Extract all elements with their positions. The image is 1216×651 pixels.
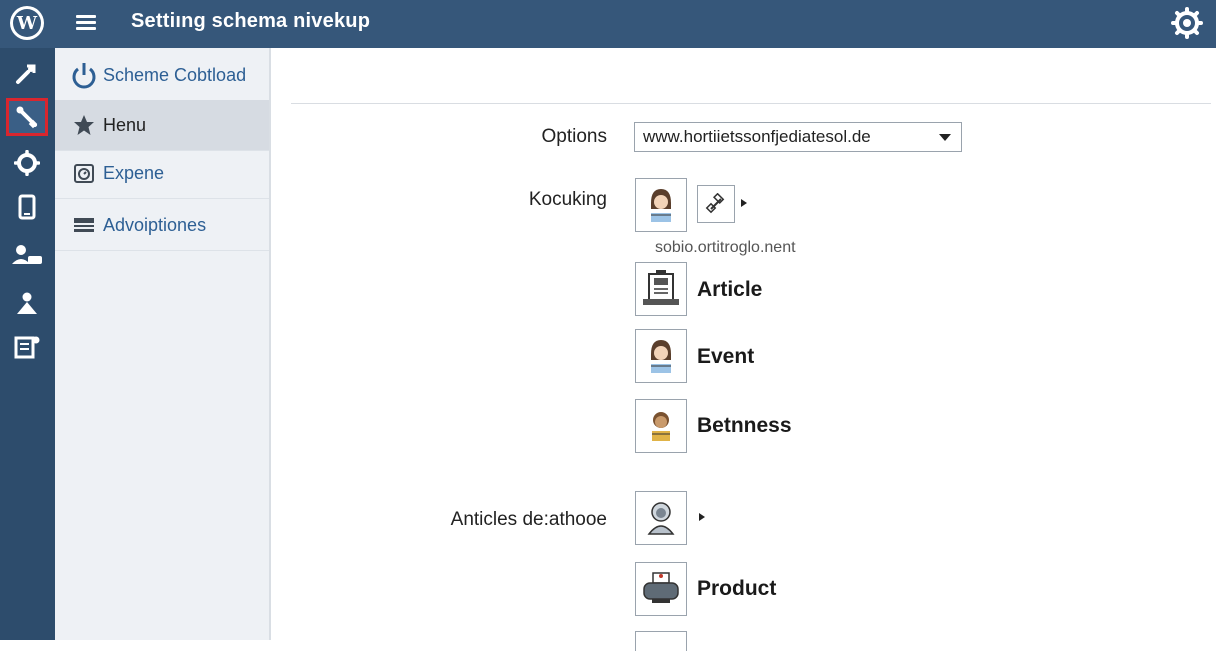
- rail-wrench-item[interactable]: [6, 98, 48, 136]
- event-icon: [651, 340, 671, 373]
- main-content: Options www.hortiietssonfjediatesol.de K…: [271, 48, 1216, 651]
- top-bar: W Settiıng schema nivekup: [0, 0, 1216, 48]
- gear-icon: [14, 150, 40, 176]
- settings-gear-icon[interactable]: [1170, 6, 1204, 40]
- satellite-icon: [705, 193, 725, 214]
- options-label: Options: [541, 126, 607, 147]
- layers-icon: [67, 215, 101, 235]
- schema-type-business-label: Betnness: [697, 414, 792, 437]
- sidebar-item-henu[interactable]: Henu: [55, 100, 269, 151]
- page-title: Settiıng schema nivekup: [131, 10, 371, 32]
- widgets-icon: [14, 336, 40, 359]
- rail-person-item[interactable]: [6, 284, 48, 322]
- sidebar-item-label: Henu: [103, 114, 147, 135]
- expand-arrow-icon[interactable]: [741, 199, 747, 207]
- sidebar-item-label: Scheme Cobtload: [103, 64, 247, 85]
- rail-users-item[interactable]: [6, 236, 48, 274]
- tablet-icon: [18, 194, 36, 220]
- schema-sidebar: Scheme Cobtload Henu Expene Advoiptiones: [55, 48, 271, 640]
- chevron-down-icon: [939, 134, 951, 141]
- partial-type-tile[interactable]: [635, 631, 687, 651]
- kocuking-label: Kocuking: [528, 189, 607, 210]
- robot-avatar-icon: [647, 502, 675, 535]
- articles-label: Anticles de:athooe: [450, 509, 607, 530]
- event-type-tile[interactable]: [635, 329, 687, 383]
- woman-avatar-icon: [651, 189, 671, 222]
- kocuking-avatar-tile[interactable]: [635, 178, 687, 232]
- schema-type-product-label: Product: [697, 577, 777, 600]
- rail-gear-item[interactable]: [6, 144, 48, 182]
- rail-tools-item[interactable]: [6, 54, 48, 92]
- header-divider: [291, 103, 1211, 104]
- star-icon: [67, 114, 101, 136]
- expand-arrow-icon[interactable]: [699, 513, 705, 521]
- sidebar-item-label: Advoiptiones: [103, 214, 207, 235]
- sidebar-item-label: Expene: [103, 162, 165, 183]
- article-icon: [643, 270, 679, 305]
- schema-type-event-label: Event: [697, 345, 755, 368]
- kocuking-tool-tile[interactable]: [697, 185, 735, 223]
- tools-icon: [16, 64, 36, 84]
- schema-type-article-label: Article: [697, 278, 763, 301]
- admin-icon-rail: [0, 48, 55, 640]
- power-icon: [67, 60, 101, 90]
- options-select-value: www.hortiietssonfjediatesol.de: [643, 127, 871, 146]
- sidebar-item-scheme-cobtload[interactable]: Scheme Cobtload: [55, 50, 269, 101]
- sidebar-item-advoiptiones[interactable]: Advoiptiones: [55, 200, 269, 251]
- clock-icon: [67, 162, 101, 184]
- users-icon: [12, 245, 42, 264]
- articles-avatar-tile[interactable]: [635, 491, 687, 545]
- article-type-tile[interactable]: [635, 262, 687, 316]
- product-icon: [643, 572, 679, 603]
- sidebar-item-expene[interactable]: Expene: [55, 148, 269, 199]
- business-icon: [652, 412, 670, 441]
- wordpress-logo-icon[interactable]: W: [10, 6, 44, 40]
- rail-widgets-item[interactable]: [6, 328, 48, 366]
- url-hint-text: sobio.ortitroglo.nent: [655, 239, 796, 256]
- person-icon: [17, 292, 37, 314]
- options-select[interactable]: www.hortiietssonfjediatesol.de: [634, 122, 962, 152]
- wrench-icon: [16, 106, 38, 129]
- rail-tablet-item[interactable]: [6, 188, 48, 226]
- hamburger-menu-icon[interactable]: [76, 12, 98, 34]
- product-type-tile[interactable]: [635, 562, 687, 616]
- business-type-tile[interactable]: [635, 399, 687, 453]
